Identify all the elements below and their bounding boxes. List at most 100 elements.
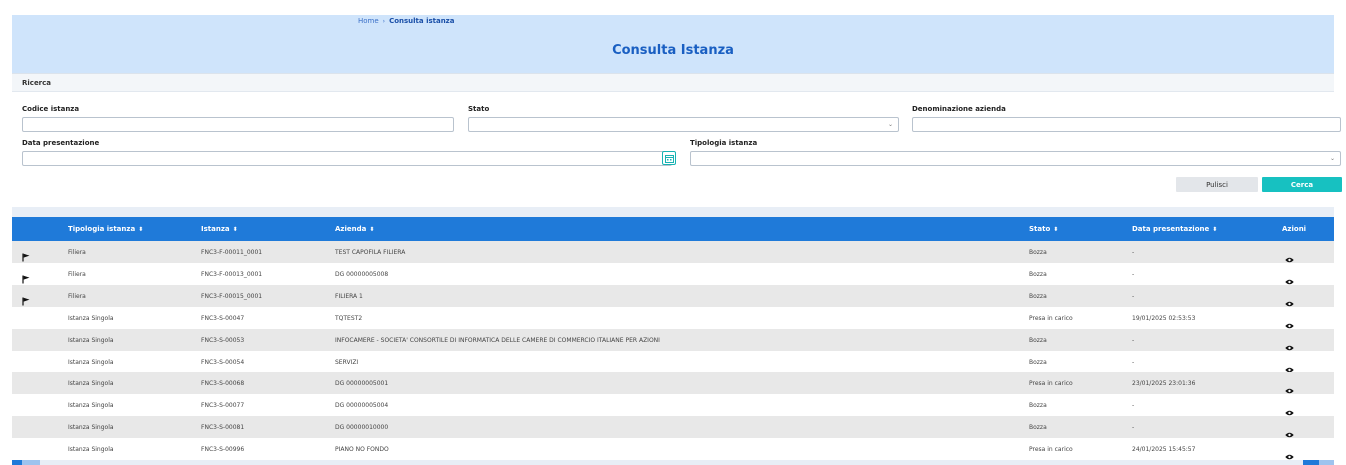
cell-data: - bbox=[1132, 249, 1135, 256]
chevron-down-icon: ⌄ bbox=[887, 121, 893, 128]
search-panel-title: Ricerca bbox=[22, 79, 52, 87]
data-presentazione-input[interactable] bbox=[22, 151, 672, 166]
table-row[interactable]: Istanza Singola FNC3-S-00077 DG 0000000500… bbox=[12, 394, 1334, 417]
denominazione-azienda-input[interactable] bbox=[912, 117, 1341, 132]
breadcrumb-home-link[interactable]: Home bbox=[358, 17, 379, 25]
cell-istanza: FNC3-S-00077 bbox=[201, 402, 245, 410]
cell-azienda: SERVIZI bbox=[335, 358, 359, 366]
column-header-tipologia[interactable]: Tipologia istanza ⬍ bbox=[68, 225, 143, 233]
tipologia-istanza-label: Tipologia istanza bbox=[690, 139, 758, 147]
page-title: Consulta Istanza bbox=[612, 43, 734, 58]
cell-stato: Presa in carico bbox=[1029, 380, 1073, 388]
cell-stato: Bozza bbox=[1029, 358, 1047, 366]
cell-tipologia: Filiera bbox=[68, 292, 86, 300]
cell-tipologia: Istanza Singola bbox=[68, 402, 114, 410]
cell-tipologia: Filiera bbox=[68, 249, 86, 256]
cell-data: - bbox=[1132, 358, 1135, 366]
cell-data: 23/01/2025 23:01:36 bbox=[1132, 380, 1196, 388]
cell-data: - bbox=[1132, 270, 1135, 278]
search-panel-header: Ricerca bbox=[12, 74, 1334, 92]
sort-icon[interactable]: ⬍ bbox=[138, 226, 143, 233]
calendar-icon[interactable] bbox=[662, 151, 676, 165]
top-strip bbox=[0, 0, 1346, 15]
eye-icon[interactable] bbox=[1285, 445, 1294, 464]
cell-istanza: FNC3-F-00013_0001 bbox=[201, 270, 263, 278]
table-row[interactable]: Istanza Singola FNC3-S-00081 DG 0000001000… bbox=[12, 416, 1334, 439]
cell-istanza: FNC3-F-00015_0001 bbox=[201, 292, 263, 300]
table-row[interactable]: Filiera FNC3-F-00015_0001 FILIERA 1 Bozza - bbox=[12, 284, 1334, 307]
horizontal-scrollbar-right[interactable] bbox=[1303, 460, 1334, 465]
table-header: Tipologia istanza ⬍ Istanza ⬍ Azienda ⬍ Sta… bbox=[12, 217, 1334, 241]
cell-data: - bbox=[1132, 292, 1135, 300]
column-header-azioni: Azioni bbox=[1282, 225, 1307, 233]
cell-azienda: DG 00000010000 bbox=[335, 424, 389, 432]
cell-istanza: FNC3-S-00081 bbox=[201, 424, 245, 432]
cell-azienda: TEST CAPOFILA FILIERA bbox=[335, 249, 406, 256]
cell-tipologia: Filiera bbox=[68, 270, 86, 278]
cell-azienda: DG 00000005004 bbox=[335, 402, 389, 410]
breadcrumb-current: Consulta istanza bbox=[389, 17, 455, 25]
table-row[interactable]: Istanza Singola FNC3-S-00996 PIANO NO FOND… bbox=[12, 438, 1334, 461]
column-header-azienda[interactable]: Azienda ⬍ bbox=[335, 225, 374, 233]
table-row[interactable]: Filiera FNC3-F-00011_0001 TEST CAPOFILA FI… bbox=[12, 241, 1334, 263]
cell-stato: Bozza bbox=[1029, 249, 1047, 256]
breadcrumb-separator: › bbox=[382, 17, 386, 25]
cell-tipologia: Istanza Singola bbox=[68, 424, 114, 432]
cell-istanza: FNC3-S-00053 bbox=[201, 336, 245, 344]
cell-stato: Bozza bbox=[1029, 270, 1047, 278]
stato-label: Stato bbox=[468, 105, 490, 113]
cell-istanza: FNC3-F-00011_0001 bbox=[201, 249, 263, 256]
cell-azienda: TQTEST2 bbox=[335, 314, 363, 322]
cell-stato: Bozza bbox=[1029, 402, 1047, 410]
cell-stato: Bozza bbox=[1029, 336, 1047, 344]
cell-stato: Presa in carico bbox=[1029, 314, 1073, 322]
sort-icon[interactable]: ⬍ bbox=[369, 226, 374, 233]
cell-azienda: INFOCAMERE - SOCIETA' CONSORTILE DI INFO… bbox=[335, 336, 660, 344]
denominazione-azienda-label: Denominazione azienda bbox=[912, 105, 1006, 113]
breadcrumb: Home › Consulta istanza bbox=[358, 17, 454, 25]
data-presentazione-label: Data presentazione bbox=[22, 139, 100, 147]
codice-istanza-label: Codice istanza bbox=[22, 105, 80, 113]
cell-tipologia: Istanza Singola bbox=[68, 358, 114, 366]
tipologia-istanza-select[interactable]: ⌄ bbox=[690, 151, 1341, 166]
cell-data: 24/01/2025 15:45:57 bbox=[1132, 446, 1196, 454]
cell-data: - bbox=[1132, 424, 1135, 432]
table-row[interactable]: Istanza Singola FNC3-S-00053 INFOCAMERE - … bbox=[12, 328, 1334, 351]
column-header-istanza[interactable]: Istanza ⬍ bbox=[201, 225, 238, 233]
cell-stato: Bozza bbox=[1029, 292, 1047, 300]
cell-stato: Bozza bbox=[1029, 424, 1047, 432]
sort-icon[interactable]: ⬍ bbox=[233, 226, 238, 233]
cell-istanza: FNC3-S-00068 bbox=[201, 380, 245, 388]
cell-tipologia: Istanza Singola bbox=[68, 380, 114, 388]
table-row[interactable]: Istanza Singola FNC3-S-00068 DG 0000000500… bbox=[12, 372, 1334, 395]
clear-button[interactable]: Pulisci bbox=[1176, 177, 1258, 192]
cell-azienda: PIANO NO FONDO bbox=[335, 446, 389, 454]
sort-icon[interactable]: ⬍ bbox=[1212, 226, 1217, 233]
cell-azienda: FILIERA 1 bbox=[335, 292, 363, 300]
cell-stato: Presa in carico bbox=[1029, 446, 1073, 454]
cell-istanza: FNC3-S-00996 bbox=[201, 446, 245, 454]
search-panel: Ricerca Codice istanza Stato ⌄ Denominaz… bbox=[12, 73, 1342, 207]
table-row[interactable]: Istanza Singola FNC3-S-00054 SERVIZI Bozza - bbox=[12, 350, 1334, 373]
cell-data: 19/01/2025 02:53:53 bbox=[1132, 314, 1196, 322]
table-row[interactable]: Istanza Singola FNC3-S-00047 TQTEST2 Presa … bbox=[12, 306, 1334, 329]
cell-azienda: DG 00000005008 bbox=[335, 270, 389, 278]
cell-istanza: FNC3-S-00054 bbox=[201, 358, 245, 366]
cell-tipologia: Istanza Singola bbox=[68, 446, 114, 454]
cell-tipologia: Istanza Singola bbox=[68, 336, 114, 344]
stato-select[interactable]: ⌄ bbox=[468, 117, 899, 132]
codice-istanza-input[interactable] bbox=[22, 117, 454, 132]
search-button[interactable]: Cerca bbox=[1262, 177, 1342, 192]
cell-data: - bbox=[1132, 336, 1135, 344]
page-header: Home › Consulta istanza Consulta Istanza bbox=[12, 15, 1334, 73]
cell-istanza: FNC3-S-00047 bbox=[201, 314, 245, 322]
horizontal-scrollbar-left[interactable] bbox=[12, 460, 40, 465]
cell-tipologia: Istanza Singola bbox=[68, 314, 114, 322]
chevron-down-icon: ⌄ bbox=[1329, 155, 1335, 162]
table-row[interactable]: Filiera FNC3-F-00013_0001 DG 00000005008 Bo… bbox=[12, 262, 1334, 285]
cell-data: - bbox=[1132, 402, 1135, 410]
app-frame: Home › Consulta istanza Consulta Istanza… bbox=[12, 15, 1342, 465]
column-header-stato[interactable]: Stato ⬍ bbox=[1029, 225, 1058, 233]
sort-icon[interactable]: ⬍ bbox=[1053, 226, 1058, 233]
column-header-data[interactable]: Data presentazione ⬍ bbox=[1132, 225, 1217, 233]
